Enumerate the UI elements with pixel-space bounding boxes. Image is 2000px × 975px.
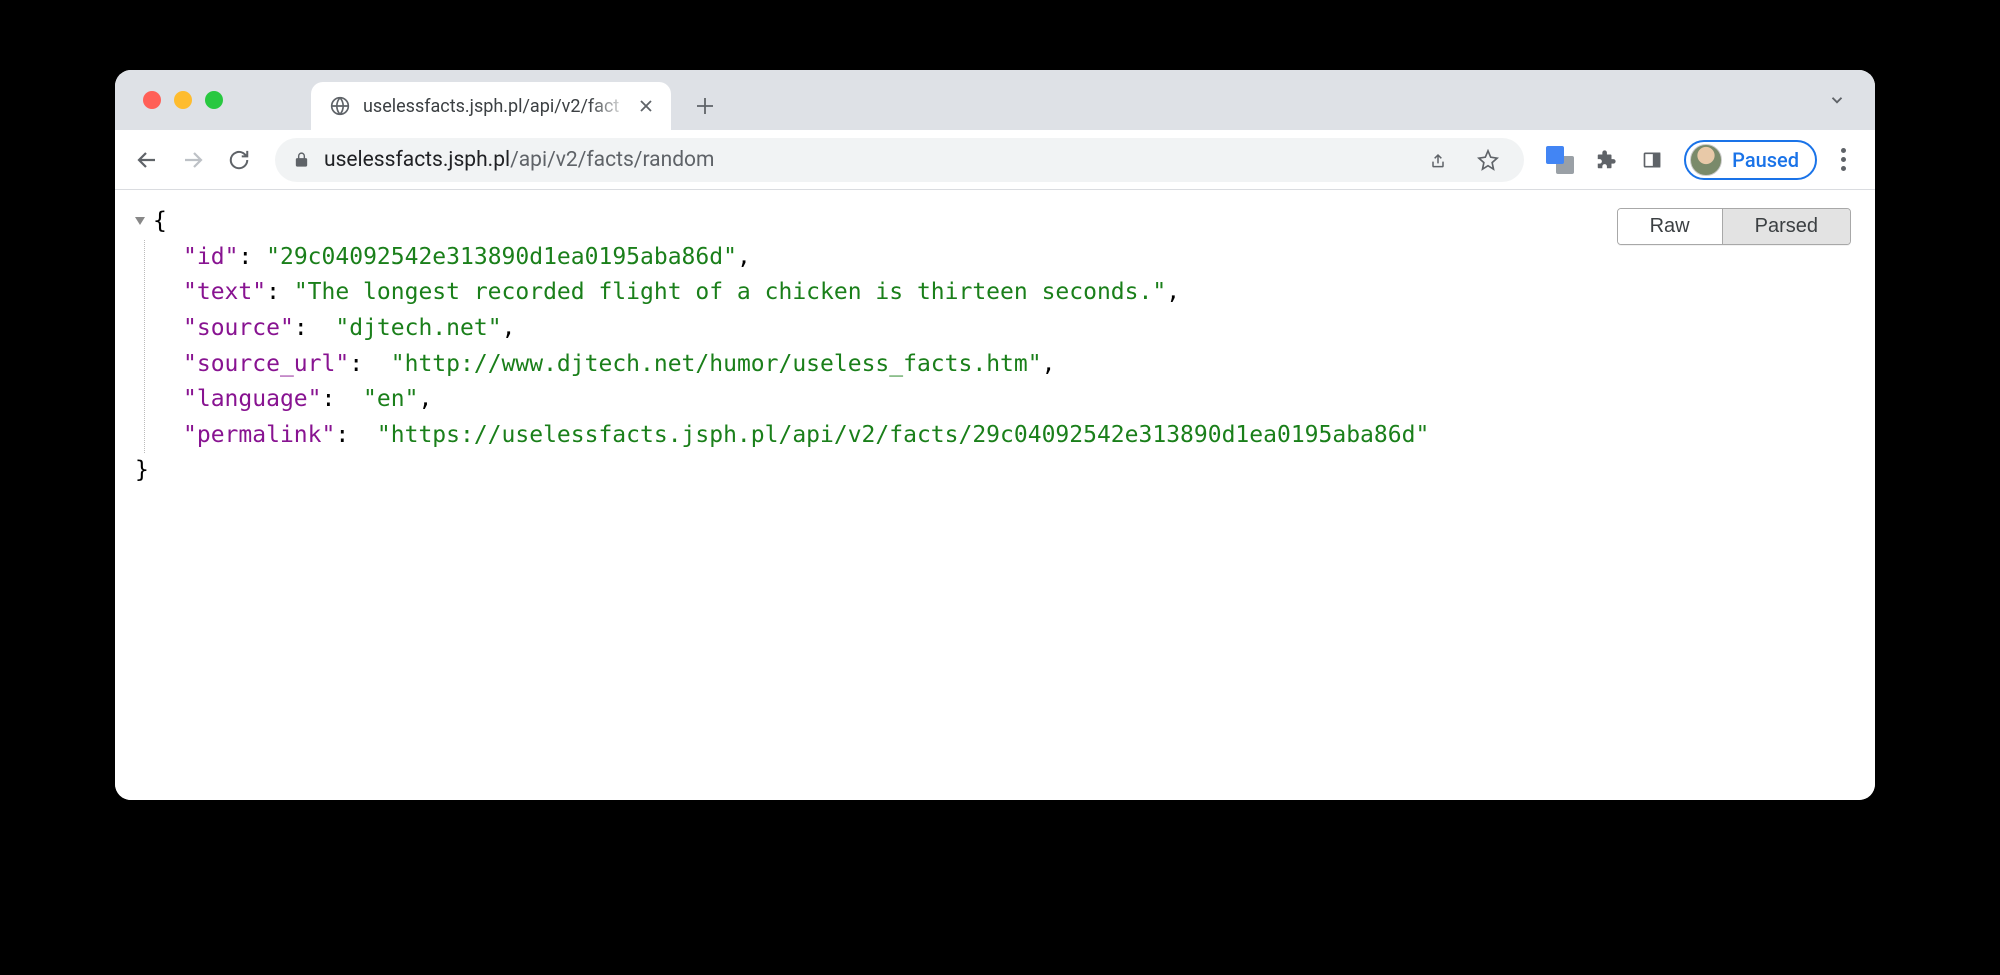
collapse-caret-icon[interactable]	[135, 217, 145, 225]
new-tab-button[interactable]	[685, 86, 725, 126]
tab-strip: uselessfacts.jsph.pl/api/v2/fact	[115, 70, 1875, 130]
browser-window: uselessfacts.jsph.pl/api/v2/fact	[115, 70, 1875, 800]
reload-button[interactable]	[219, 140, 259, 180]
tabs-dropdown-button[interactable]	[1819, 82, 1855, 118]
json-key: permalink	[183, 422, 335, 448]
json-key: id	[183, 244, 238, 270]
json-value: 29c04092542e313890d1ea0195aba86d	[266, 244, 737, 270]
json-key: source	[183, 315, 294, 341]
forward-button[interactable]	[173, 140, 213, 180]
window-close-button[interactable]	[143, 91, 161, 109]
json-key: source_url	[183, 351, 349, 377]
share-button[interactable]	[1420, 142, 1456, 178]
json-tree: { id: 29c04092542e313890d1ea0195aba86d, …	[135, 204, 1855, 489]
json-body: id: 29c04092542e313890d1ea0195aba86d, te…	[144, 240, 1855, 454]
json-viewer-toggle: Raw Parsed	[1617, 208, 1851, 245]
parsed-tab[interactable]: Parsed	[1722, 209, 1850, 244]
profile-status-label: Paused	[1732, 148, 1799, 172]
globe-icon	[329, 95, 351, 117]
translate-extension-icon[interactable]	[1540, 140, 1580, 180]
kebab-menu-button[interactable]	[1823, 140, 1863, 180]
json-value: The longest recorded flight of a chicken…	[294, 279, 1166, 305]
profile-button[interactable]: Paused	[1684, 140, 1817, 180]
lock-icon[interactable]	[293, 151, 310, 168]
json-value: djtech.net	[335, 315, 501, 341]
side-panel-button[interactable]	[1632, 140, 1672, 180]
json-value: en	[363, 386, 418, 412]
tab-close-button[interactable]	[635, 95, 657, 117]
url-text: uselessfacts.jsph.pl/api/v2/facts/random	[324, 148, 1406, 172]
json-value: http://www.djtech.net/humor/useless_fact…	[391, 351, 1042, 377]
browser-tab-active[interactable]: uselessfacts.jsph.pl/api/v2/fact	[311, 82, 671, 130]
json-key: text	[183, 279, 266, 305]
json-key: language	[183, 386, 322, 412]
window-maximize-button[interactable]	[205, 91, 223, 109]
toolbar: uselessfacts.jsph.pl/api/v2/facts/random	[115, 130, 1875, 190]
json-value: https://uselessfacts.jsph.pl/api/v2/fact…	[377, 422, 1429, 448]
address-bar[interactable]: uselessfacts.jsph.pl/api/v2/facts/random	[275, 138, 1524, 182]
avatar	[1690, 144, 1722, 176]
extensions-button[interactable]	[1586, 140, 1626, 180]
page-viewport: Raw Parsed { id: 29c04092542e313890d1ea0…	[115, 190, 1875, 800]
back-button[interactable]	[127, 140, 167, 180]
window-controls	[143, 91, 223, 109]
tab-title: uselessfacts.jsph.pl/api/v2/fact	[363, 96, 629, 117]
bookmark-button[interactable]	[1470, 142, 1506, 178]
url-host: uselessfacts.jsph.pl	[324, 148, 510, 172]
window-minimize-button[interactable]	[174, 91, 192, 109]
url-path: /api/v2/facts/random	[510, 148, 714, 172]
raw-tab[interactable]: Raw	[1618, 209, 1722, 244]
